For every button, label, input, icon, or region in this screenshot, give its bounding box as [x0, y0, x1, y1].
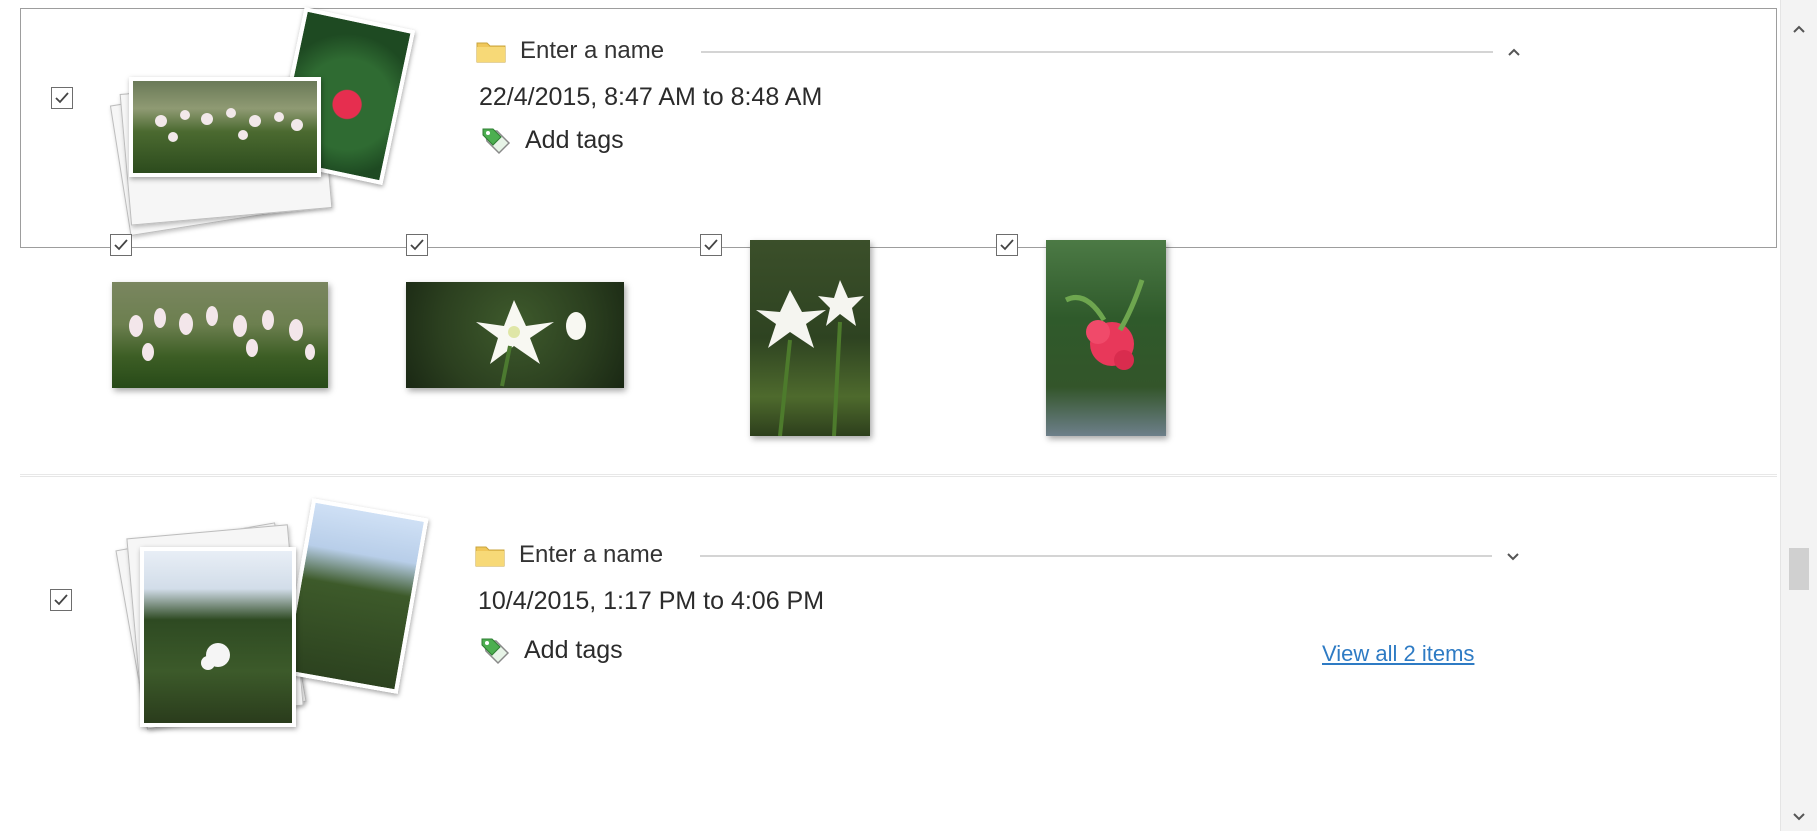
group-2-add-tags[interactable]: Add tags [478, 635, 623, 665]
item-4-checkbox[interactable] [996, 234, 1018, 256]
checkmark-icon [114, 239, 128, 251]
scroll-up-arrow-icon[interactable] [1781, 14, 1817, 44]
group-2-name-row[interactable]: Enter a name [475, 535, 663, 575]
chevron-up-icon[interactable] [1501, 39, 1527, 65]
checkmark-icon [54, 594, 68, 606]
group-2-stack-thumbnail[interactable] [100, 497, 480, 730]
stack-photo-hillside [281, 498, 429, 694]
item-3-thumbnail[interactable] [750, 240, 870, 436]
group-2-checkbox[interactable] [50, 589, 72, 611]
item-1-thumbnail[interactable] [112, 282, 328, 388]
stack-photo-trees [140, 547, 296, 727]
group-1-checkbox[interactable] [51, 87, 73, 109]
vertical-scrollbar[interactable] [1780, 0, 1817, 831]
import-groups-list: Enter a name 22/4/2015, 8:47 AM to 8:48 … [10, 0, 1780, 831]
import-group-2[interactable]: Enter a name 10/4/2015, 1:17 PM to 4:06 … [20, 476, 1777, 752]
scrollbar-thumb[interactable] [1789, 548, 1809, 590]
group-1-meta: Enter a name [476, 31, 664, 71]
group-1-date-range: 22/4/2015, 8:47 AM to 8:48 AM [479, 83, 823, 111]
group-2-meta: Enter a name [475, 535, 663, 575]
group-1-name-divider [701, 51, 1493, 53]
tag-icon [481, 638, 510, 665]
group-1-add-tags-label: Add tags [525, 125, 624, 154]
item-2-thumbnail[interactable] [406, 282, 624, 388]
group-1-name-field[interactable]: Enter a name [520, 37, 664, 65]
group-1-name-row[interactable]: Enter a name [476, 31, 664, 71]
item-1-checkbox[interactable] [110, 234, 132, 256]
group-2-add-tags-label: Add tags [524, 635, 623, 664]
checkmark-icon [1000, 239, 1014, 251]
scroll-down-arrow-icon[interactable] [1781, 801, 1817, 831]
group-2-name-field[interactable]: Enter a name [519, 541, 663, 569]
checkmark-icon [704, 239, 718, 251]
stack-photo-shrub [129, 77, 321, 177]
group-2-name-divider [700, 555, 1492, 557]
checkmark-icon [55, 92, 69, 104]
checkmark-icon [410, 239, 424, 251]
group-divider [20, 474, 1777, 475]
item-4-thumbnail[interactable] [1046, 240, 1166, 436]
folder-icon [476, 39, 506, 63]
group-1-add-tags[interactable]: Add tags [479, 125, 624, 155]
chevron-down-icon[interactable] [1500, 543, 1526, 569]
item-2-checkbox[interactable] [406, 234, 428, 256]
item-3-checkbox[interactable] [700, 234, 722, 256]
tag-icon [482, 128, 511, 155]
view-all-items-link[interactable]: View all 2 items [1322, 641, 1474, 667]
folder-icon [475, 543, 505, 567]
photo-import-window: Enter a name 22/4/2015, 8:47 AM to 8:48 … [0, 0, 1817, 831]
import-group-1[interactable]: Enter a name 22/4/2015, 8:47 AM to 8:48 … [20, 6, 1777, 248]
group-2-date-range: 10/4/2015, 1:17 PM to 4:06 PM [478, 587, 825, 615]
group-1-stack-thumbnail[interactable] [101, 6, 481, 236]
